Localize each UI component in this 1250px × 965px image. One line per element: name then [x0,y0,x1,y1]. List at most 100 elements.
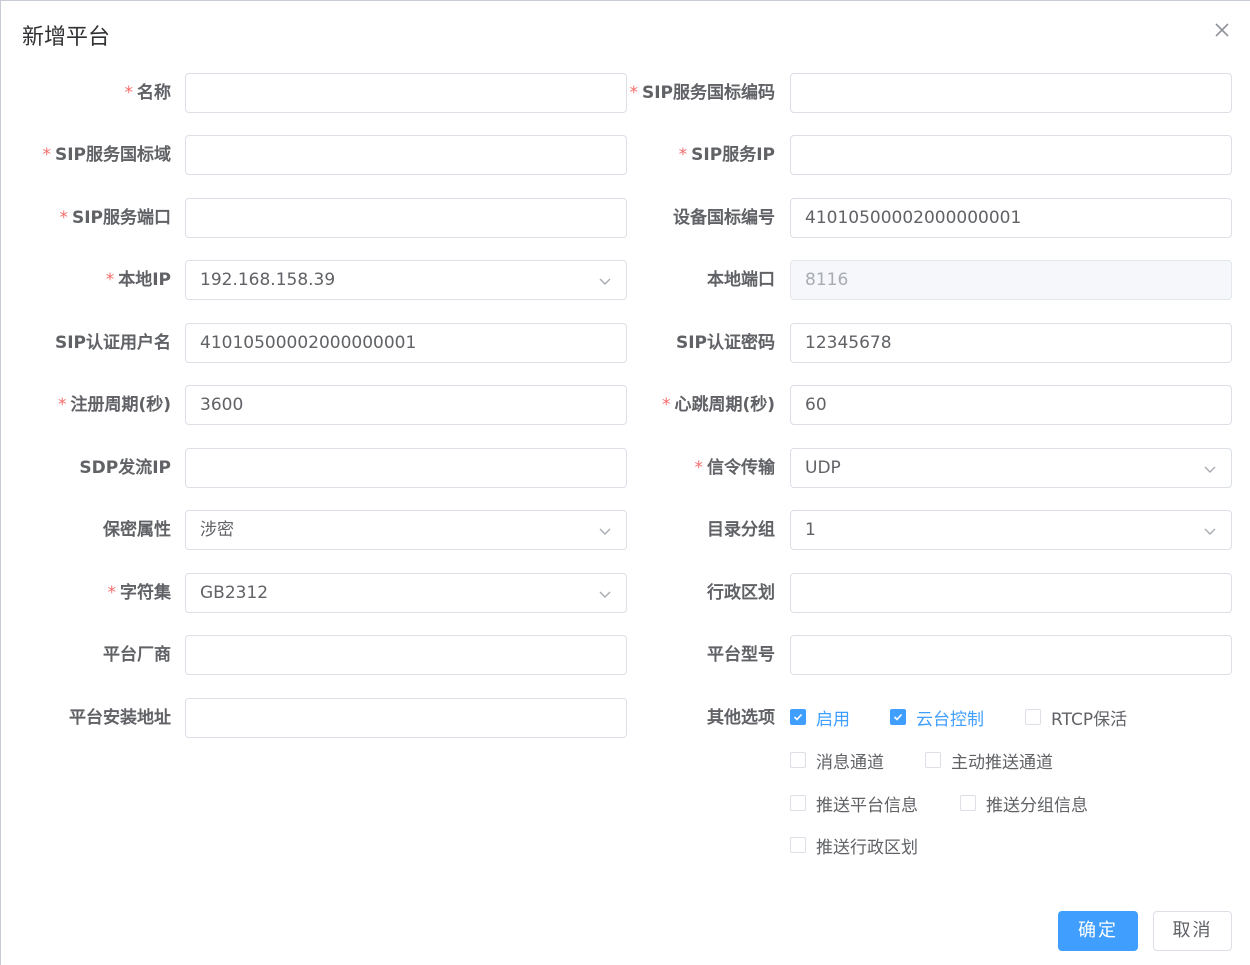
required-mark: * [105,270,115,290]
checkbox-box [790,709,806,725]
catalog-group-select[interactable]: 1 [790,510,1232,550]
sip-domain-input[interactable] [185,135,627,175]
name-label-text: 名称 [137,83,171,103]
catalog-group-value: 1 [805,520,816,540]
chevron-down-icon [1204,528,1216,535]
form-row-5: SIP认证用户名 41010500002000000001 SIP认证密码 12… [1,323,1250,363]
local-ip-select[interactable]: 192.168.158.39 [185,260,627,300]
chevron-down-icon [599,591,611,598]
charset-select[interactable]: GB2312 [185,573,627,613]
auth-password-label: SIP认证密码 [675,333,775,353]
secrecy-select[interactable]: 涉密 [185,510,627,550]
push-platform-info-checkbox[interactable]: 推送平台信息 [790,791,918,816]
checkbox-label: 云台控制 [916,709,984,730]
checkbox-box [790,837,806,853]
local-ip-label: * 本地IP [1,260,171,300]
ptz-control-checkbox[interactable]: 云台控制 [890,705,984,730]
add-platform-dialog: 新增平台 * 名称 * SIP服务国标编码 * SIP服务国标域 * SIP服务IP *… [0,0,1250,965]
checkbox-box [790,795,806,811]
push-group-info-checkbox[interactable]: 推送分组信息 [960,791,1088,816]
local-ip-label-text: 本地IP [118,270,171,290]
sip-port-label: * SIP服务端口 [1,198,171,238]
sip-port-input[interactable] [185,198,627,238]
sdp-ip-label: SDP发流IP [79,458,171,478]
register-period-label: * 注册周期(秒) [1,385,171,425]
chevron-down-icon [599,528,611,535]
address-label: 平台安装地址 [69,708,171,728]
transport-select[interactable]: UDP [790,448,1232,488]
register-period-input[interactable]: 3600 [185,385,627,425]
required-mark: * [57,395,67,415]
sdp-ip-input[interactable] [185,448,627,488]
sip-id-input[interactable] [790,73,1232,113]
required-mark: * [661,395,671,415]
checkbox-box [790,752,806,768]
heartbeat-period-input[interactable]: 60 [790,385,1232,425]
local-port-input: 8116 [790,260,1232,300]
model-input[interactable] [790,635,1232,675]
checkbox-box [925,752,941,768]
checkbox-label: 推送平台信息 [816,795,918,816]
form-row-10: 平台厂商 平台型号 [1,635,1250,675]
local-ip-value: 192.168.158.39 [200,270,336,290]
sip-ip-input[interactable] [790,135,1232,175]
form-row-6: * 注册周期(秒) 3600 * 心跳周期(秒) 60 [1,385,1250,425]
checkbox-label: 启用 [816,709,850,730]
checkbox-label: 消息通道 [816,752,884,773]
transport-label: * 信令传输 [627,448,776,488]
sip-domain-label-text: SIP服务国标域 [54,145,171,165]
local-port-label: 本地端口 [707,270,775,290]
confirm-button[interactable]: 确定 [1058,911,1138,951]
transport-value: UDP [805,458,841,478]
checkbox-label: RTCP保活 [1051,709,1128,730]
charset-label: * 字符集 [1,573,172,613]
name-input[interactable] [185,73,627,113]
catalog-group-label: 目录分组 [707,520,775,540]
check-icon [893,713,903,721]
checkbox-label: 主动推送通道 [951,752,1053,773]
transport-label-text: 信令传输 [707,458,775,478]
close-icon[interactable] [1212,20,1232,40]
auth-username-input[interactable]: 41010500002000000001 [185,323,627,363]
manufacturer-input[interactable] [185,635,627,675]
form-row-8: 保密属性 涉密 目录分组 1 [1,510,1250,550]
push-civil-code-checkbox[interactable]: 推送行政区划 [790,833,918,858]
required-mark: * [124,83,134,103]
sip-ip-label-text: SIP服务IP [691,145,775,165]
required-mark: * [629,83,638,103]
sip-domain-label: * SIP服务国标域 [1,135,171,175]
sip-ip-label: * SIP服务IP [627,135,775,175]
enable-checkbox[interactable]: 启用 [790,705,850,730]
cancel-button[interactable]: 取消 [1153,911,1232,951]
active-push-channel-checkbox[interactable]: 主动推送通道 [925,748,1053,773]
sip-id-label-text: SIP服务国标编码 [641,83,775,103]
civil-code-label: 行政区划 [707,583,775,603]
civil-code-input[interactable] [790,573,1232,613]
rtcp-keepalive-checkbox[interactable]: RTCP保活 [1025,705,1128,730]
checkbox-label: 推送行政区划 [816,837,918,858]
charset-label-text: 字符集 [120,583,171,603]
secrecy-value: 涉密 [200,520,234,540]
options-label: 其他选项 [707,708,775,728]
checkbox-label: 推送分组信息 [986,795,1088,816]
chevron-down-icon [599,278,611,285]
device-gb-id-input[interactable]: 41010500002000000001 [790,198,1232,238]
auth-password-input[interactable]: 12345678 [790,323,1232,363]
device-gb-id-label: 设备国标编号 [673,208,775,228]
chevron-down-icon [1204,466,1216,473]
checkbox-box [1025,709,1041,725]
check-icon [793,713,803,721]
required-mark: * [678,145,688,165]
auth-username-label: SIP认证用户名 [54,333,171,353]
secrecy-label: 保密属性 [103,520,171,540]
form-row-9: * 字符集 GB2312 行政区划 [1,573,1250,613]
checkbox-box [960,795,976,811]
required-mark: * [694,458,704,478]
message-channel-checkbox[interactable]: 消息通道 [790,748,884,773]
required-mark: * [42,145,51,165]
name-label: * 名称 [1,73,172,113]
address-input[interactable] [185,698,627,738]
model-label: 平台型号 [707,645,775,665]
required-mark: * [59,208,68,228]
checkbox-box [890,709,906,725]
